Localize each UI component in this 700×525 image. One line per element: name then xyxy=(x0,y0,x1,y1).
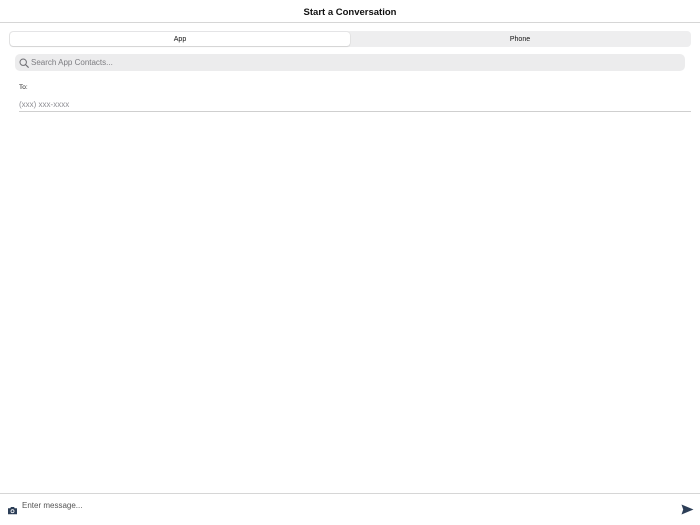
recipient-phone-input[interactable] xyxy=(19,97,691,112)
navigation-header: Start a Conversation xyxy=(0,0,700,23)
search-bar[interactable] xyxy=(15,54,685,71)
tab-app-label: App xyxy=(173,35,187,43)
page-title: Start a Conversation xyxy=(303,6,397,18)
tab-phone[interactable]: Phone xyxy=(350,32,690,46)
camera-button[interactable] xyxy=(6,505,18,516)
app-window: Start a Conversation App Phone To: xyxy=(0,0,700,525)
send-icon xyxy=(681,504,694,514)
recipient-label: To: xyxy=(19,84,28,91)
tab-phone-label: Phone xyxy=(509,35,531,43)
search-icon xyxy=(18,57,29,68)
contact-source-segmented-control: App Phone xyxy=(9,31,691,47)
camera-icon xyxy=(7,507,17,515)
message-composer xyxy=(0,493,700,525)
send-button[interactable] xyxy=(681,503,694,515)
message-input[interactable] xyxy=(22,499,662,511)
search-input[interactable] xyxy=(31,58,671,67)
tab-app[interactable]: App xyxy=(10,32,350,46)
